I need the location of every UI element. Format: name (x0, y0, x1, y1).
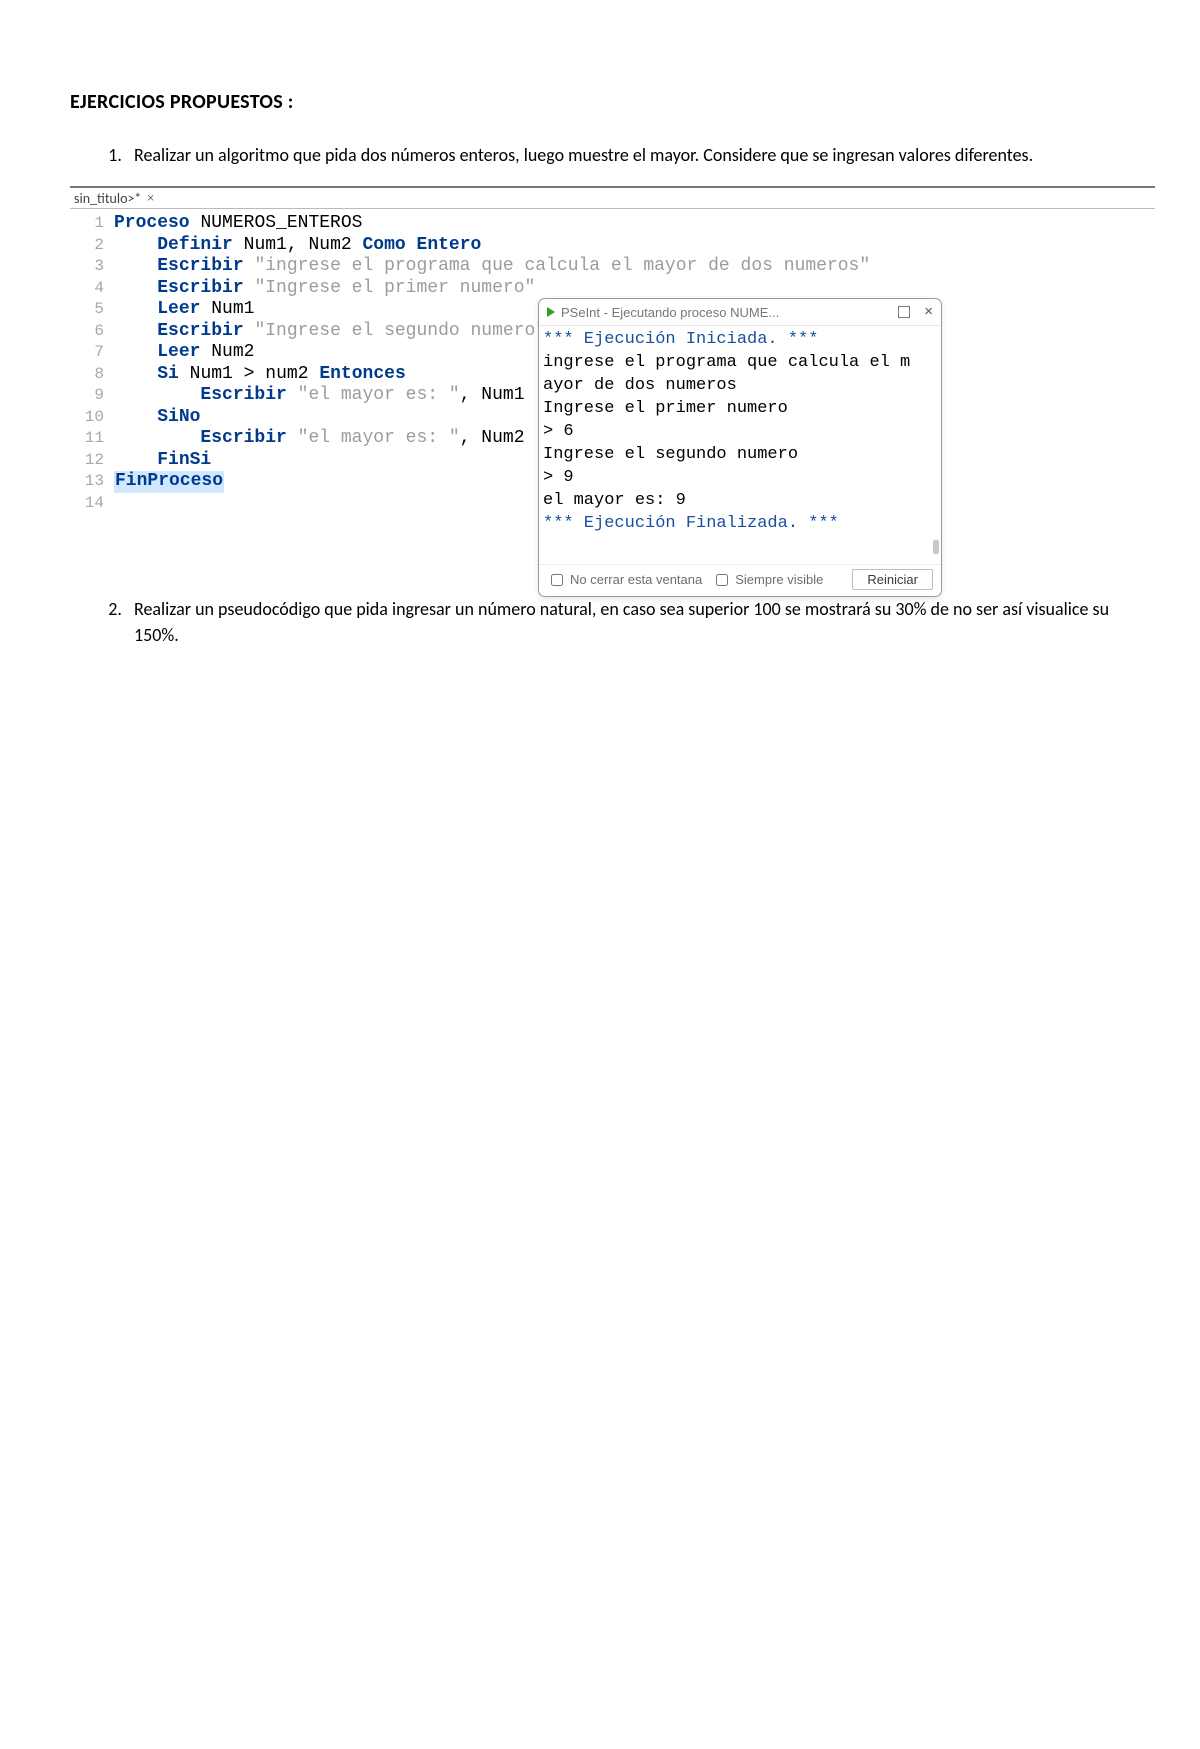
line-number: 2 (70, 235, 114, 257)
identifier: Num1 (190, 364, 233, 386)
exec-line: Ingrese el segundo numero (543, 443, 937, 466)
code-line: 1Proceso NUMEROS_ENTEROS (70, 213, 1155, 235)
keyword: Escribir (200, 428, 286, 450)
keyword: Escribir (200, 385, 286, 407)
editor-tab[interactable]: sin_titulo>* (72, 189, 147, 207)
code-line: 4 Escribir "Ingrese el primer numero" (70, 278, 1155, 300)
exec-line: *** Ejecución Iniciada. *** (543, 328, 937, 351)
string-literal: "el mayor es: " (298, 385, 460, 407)
keyword: Escribir (157, 278, 243, 300)
keyword: Leer (157, 342, 200, 364)
scrollbar-thumb[interactable] (933, 540, 939, 554)
editor-tab-row: sin_titulo>* × (70, 188, 1155, 209)
line-number: 9 (70, 385, 114, 407)
exec-output: *** Ejecución Iniciada. *** ingrese el p… (539, 326, 941, 564)
operator: > (244, 364, 255, 386)
execution-window: PSeInt - Ejecutando proceso NUME... × **… (538, 298, 942, 597)
identifier: NUMEROS_ENTEROS (200, 213, 362, 235)
keyword: Definir (157, 235, 233, 257)
keyword: SiNo (157, 407, 200, 429)
exec-footer: No cerrar esta ventana Siempre visible R… (539, 564, 941, 596)
exec-line: Ingrese el primer numero (543, 397, 937, 420)
exec-line: > 9 (543, 466, 937, 489)
keyword: Como (363, 235, 406, 257)
exec-line: ayor de dos numeros (543, 374, 937, 397)
exec-line: el mayor es: 9 (543, 489, 937, 512)
line-number: 7 (70, 342, 114, 364)
keyword: FinSi (157, 450, 211, 472)
line-number: 8 (70, 364, 114, 386)
identifier: Num1, Num2 (244, 235, 352, 257)
line-number: 12 (70, 450, 114, 472)
keyword: Leer (157, 299, 200, 321)
line-number: 13 (70, 471, 114, 493)
keyword: Si (157, 364, 179, 386)
identifier: , Num2 (460, 428, 525, 450)
exec-line: ingrese el programa que calcula el m (543, 351, 937, 374)
identifier: num2 (265, 364, 308, 386)
code-line: 2 Definir Num1, Num2 Como Entero (70, 235, 1155, 257)
line-number: 1 (70, 213, 114, 235)
identifier: Num1 (211, 299, 254, 321)
section-title: EJERCICIOS PROPUESTOS : (70, 90, 1130, 114)
keyword: Proceso (114, 213, 190, 235)
play-icon (547, 307, 555, 317)
line-number: 11 (70, 428, 114, 450)
line-number: 4 (70, 278, 114, 300)
checkbox-label: No cerrar esta ventana (570, 572, 702, 587)
exercise-2-text: Realizar un pseudocódigo que pida ingres… (126, 596, 1130, 648)
keyword: Entonces (319, 364, 405, 386)
no-close-checkbox[interactable]: No cerrar esta ventana (547, 571, 702, 589)
line-number: 10 (70, 407, 114, 429)
exec-line: *** Ejecución Finalizada. *** (543, 512, 937, 535)
maximize-icon[interactable] (898, 306, 910, 318)
exec-line: > 6 (543, 420, 937, 443)
line-number: 5 (70, 299, 114, 321)
string-literal: "el mayor es: " (298, 428, 460, 450)
checkbox-label: Siempre visible (735, 572, 823, 587)
keyword: Escribir (157, 256, 243, 278)
exercise-1-text: Realizar un algoritmo que pida dos númer… (126, 142, 1130, 168)
exec-window-title: PSeInt - Ejecutando proceso NUME... (561, 305, 862, 320)
exec-titlebar[interactable]: PSeInt - Ejecutando proceso NUME... × (539, 299, 941, 326)
line-number: 6 (70, 321, 114, 343)
keyword: Escribir (157, 321, 243, 343)
line-number: 3 (70, 256, 114, 278)
always-visible-checkbox[interactable]: Siempre visible (712, 571, 823, 589)
string-literal: "Ingrese el primer numero" (254, 278, 535, 300)
string-literal: "ingrese el programa que calcula el mayo… (254, 256, 870, 278)
keyword: Entero (417, 235, 482, 257)
close-icon[interactable]: × (147, 191, 161, 206)
identifier: , Num1 (460, 385, 525, 407)
identifier: Num2 (211, 342, 254, 364)
line-number: 14 (70, 493, 114, 515)
minimize-icon[interactable] (872, 311, 884, 313)
restart-button[interactable]: Reiniciar (852, 569, 933, 590)
keyword: FinProceso (114, 471, 224, 493)
close-icon[interactable]: × (924, 307, 933, 317)
string-literal: "Ingrese el segundo numero" (254, 321, 546, 343)
code-line: 3 Escribir "ingrese el programa que calc… (70, 256, 1155, 278)
editor-panel: sin_titulo>* × 1Proceso NUMEROS_ENTEROS … (70, 186, 1155, 518)
